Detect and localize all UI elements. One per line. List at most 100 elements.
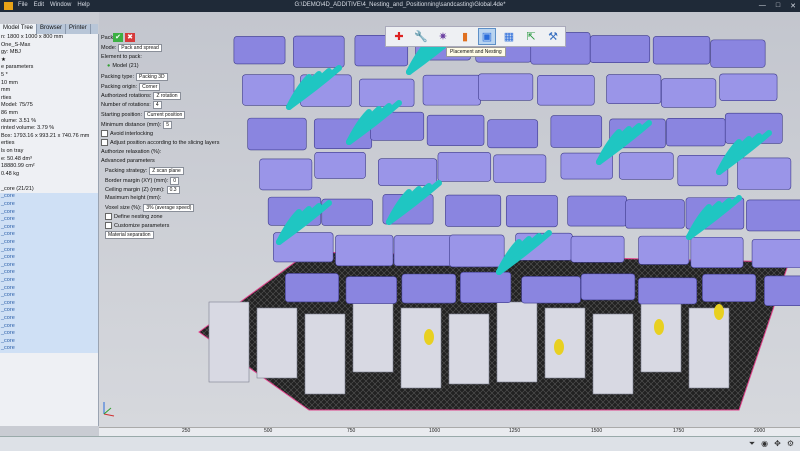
tab-browser[interactable]: Browser: [37, 24, 67, 34]
tree-row[interactable]: Model: 75/75: [0, 102, 98, 110]
tree-row[interactable]: _core: [0, 299, 98, 308]
start-position-select[interactable]: Current position: [143, 111, 186, 119]
move-icon[interactable]: ✥: [774, 439, 781, 449]
window-controls: — □ ✕: [759, 2, 796, 10]
settings-icon[interactable]: ⚙: [787, 439, 794, 449]
tree-row[interactable]: mm: [0, 87, 98, 95]
casting-part: [751, 238, 800, 268]
accent-part: [654, 319, 664, 335]
tree-row[interactable]: rties: [0, 95, 98, 103]
tree-row[interactable]: _core: [0, 307, 98, 315]
tab-model-tree[interactable]: Model Tree: [0, 24, 38, 34]
tree-row[interactable]: [0, 178, 98, 186]
casting-part: [719, 73, 778, 101]
tree-row[interactable]: erties: [0, 140, 98, 148]
num-rotations-input[interactable]: 4: [152, 101, 162, 109]
packing-type-select[interactable]: Packing 3D: [136, 73, 168, 81]
mode-label: Mode:: [101, 45, 117, 51]
hammer-icon[interactable]: ⚒: [544, 28, 562, 45]
ceiling-margin-input[interactable]: 0.3: [166, 186, 180, 194]
tree-row[interactable]: _core: [0, 193, 98, 202]
min-distance-input[interactable]: 5: [163, 121, 172, 129]
casting-part: [710, 39, 766, 68]
tree-row[interactable]: olume: 3.51 %: [0, 118, 98, 126]
tree-row[interactable]: One_S-Max: [0, 42, 98, 50]
tree-row[interactable]: 86 mm: [0, 110, 98, 118]
tree-row[interactable]: 0.48 kg: [0, 171, 98, 179]
tree-row[interactable]: _core: [0, 223, 98, 232]
tree-row[interactable]: 5 *: [0, 72, 98, 80]
casting-part: [665, 118, 726, 147]
casting-part: [422, 74, 481, 106]
customize-label: Customize parameters: [114, 222, 170, 229]
start-position-label: Starting position:: [101, 112, 142, 118]
tree-row[interactable]: _core: [0, 261, 98, 270]
customize-checkbox[interactable]: [105, 222, 112, 229]
define-zone-checkbox[interactable]: [105, 213, 112, 220]
tree-row[interactable]: ★: [0, 57, 98, 65]
tree-row[interactable]: _core: [0, 345, 98, 353]
filter-icon[interactable]: ⏷: [749, 439, 755, 449]
pack-cancel-button[interactable]: ✖: [125, 33, 135, 42]
core-part: [400, 307, 442, 389]
core-part: [496, 301, 538, 383]
maximize-button[interactable]: □: [776, 2, 780, 10]
mode-select[interactable]: Pack and spread: [118, 44, 162, 52]
casting-part: [493, 154, 547, 183]
voxel-size-select[interactable]: 3% (average speed): [143, 204, 195, 212]
tree-row[interactable]: _core: [0, 277, 98, 285]
tree-row[interactable]: ls on tray: [0, 148, 98, 156]
tree-row[interactable]: _core: [0, 254, 98, 262]
avoid-interlocking-checkbox[interactable]: [101, 130, 108, 137]
tree-row[interactable]: 10 mm: [0, 80, 98, 88]
tree-row[interactable]: _core: [0, 322, 98, 331]
tree-row[interactable]: e parameters: [0, 64, 98, 72]
view-icon[interactable]: ◉: [761, 439, 768, 449]
strategy-select[interactable]: Z scan plane: [149, 167, 184, 175]
tree-row[interactable]: _core: [0, 201, 98, 209]
casting-part: [589, 35, 651, 63]
element-model-item[interactable]: Model (21): [112, 63, 138, 69]
tree-row[interactable]: _core (21/21): [0, 186, 98, 194]
minimize-button[interactable]: —: [759, 2, 766, 10]
packing-origin-select[interactable]: Corner: [139, 83, 161, 91]
ruler-tick: 2000: [754, 428, 766, 434]
rotations-select[interactable]: Z rotation: [153, 92, 181, 100]
tree-row[interactable]: _core: [0, 231, 98, 240]
tree-row[interactable]: e: 50.48 dm³: [0, 156, 98, 164]
tree-row[interactable]: _core: [0, 330, 98, 338]
tree-row[interactable]: _core: [0, 246, 98, 255]
bar-chart-icon[interactable]: ▮: [456, 28, 474, 45]
core-part: [688, 307, 730, 389]
tab-printer[interactable]: Printer: [66, 24, 91, 34]
nesting-icon[interactable]: ▣: [478, 28, 496, 45]
left-panel-tabs: Model Tree Browser Printer: [0, 24, 98, 34]
first-aid-icon[interactable]: ✚: [390, 28, 408, 45]
tree-row[interactable]: _core: [0, 292, 98, 300]
tree-row[interactable]: _core: [0, 337, 98, 346]
tree-row[interactable]: _core: [0, 216, 98, 224]
tree-row[interactable]: Box: 1793.16 x 993.21 x 740.76 mm: [0, 133, 98, 141]
tree-row[interactable]: n: 1800 x 1000 x 800 mm: [0, 34, 98, 42]
tree-row[interactable]: _core: [0, 314, 98, 323]
tree-row[interactable]: gy: MBJ: [0, 49, 98, 57]
tree-row[interactable]: _core: [0, 208, 98, 217]
adjust-position-checkbox[interactable]: [101, 139, 108, 146]
close-button[interactable]: ✕: [790, 2, 796, 10]
tree-row[interactable]: rinted volume: 3.79 %: [0, 125, 98, 133]
tree-row[interactable]: _core: [0, 239, 98, 247]
export-icon[interactable]: ⇱: [522, 28, 540, 45]
border-margin-input[interactable]: 0: [170, 177, 180, 185]
casting-part: [550, 115, 603, 148]
tree-row[interactable]: 18880.99 cm²: [0, 163, 98, 171]
grid-icon[interactable]: ▦: [500, 28, 518, 45]
material-separation-button[interactable]: Material separation: [105, 231, 154, 239]
tree-row[interactable]: _core: [0, 284, 98, 293]
sparkle-icon[interactable]: ✷: [434, 28, 452, 45]
wrench-icon[interactable]: 🔧: [412, 28, 430, 45]
advanced-section-toggle[interactable]: Advanced parameters: [101, 158, 155, 164]
tree-row[interactable]: _core: [0, 269, 98, 277]
casting-part: [580, 273, 636, 301]
casting-part: [606, 74, 662, 104]
pack-ok-button[interactable]: ✔: [113, 33, 123, 42]
